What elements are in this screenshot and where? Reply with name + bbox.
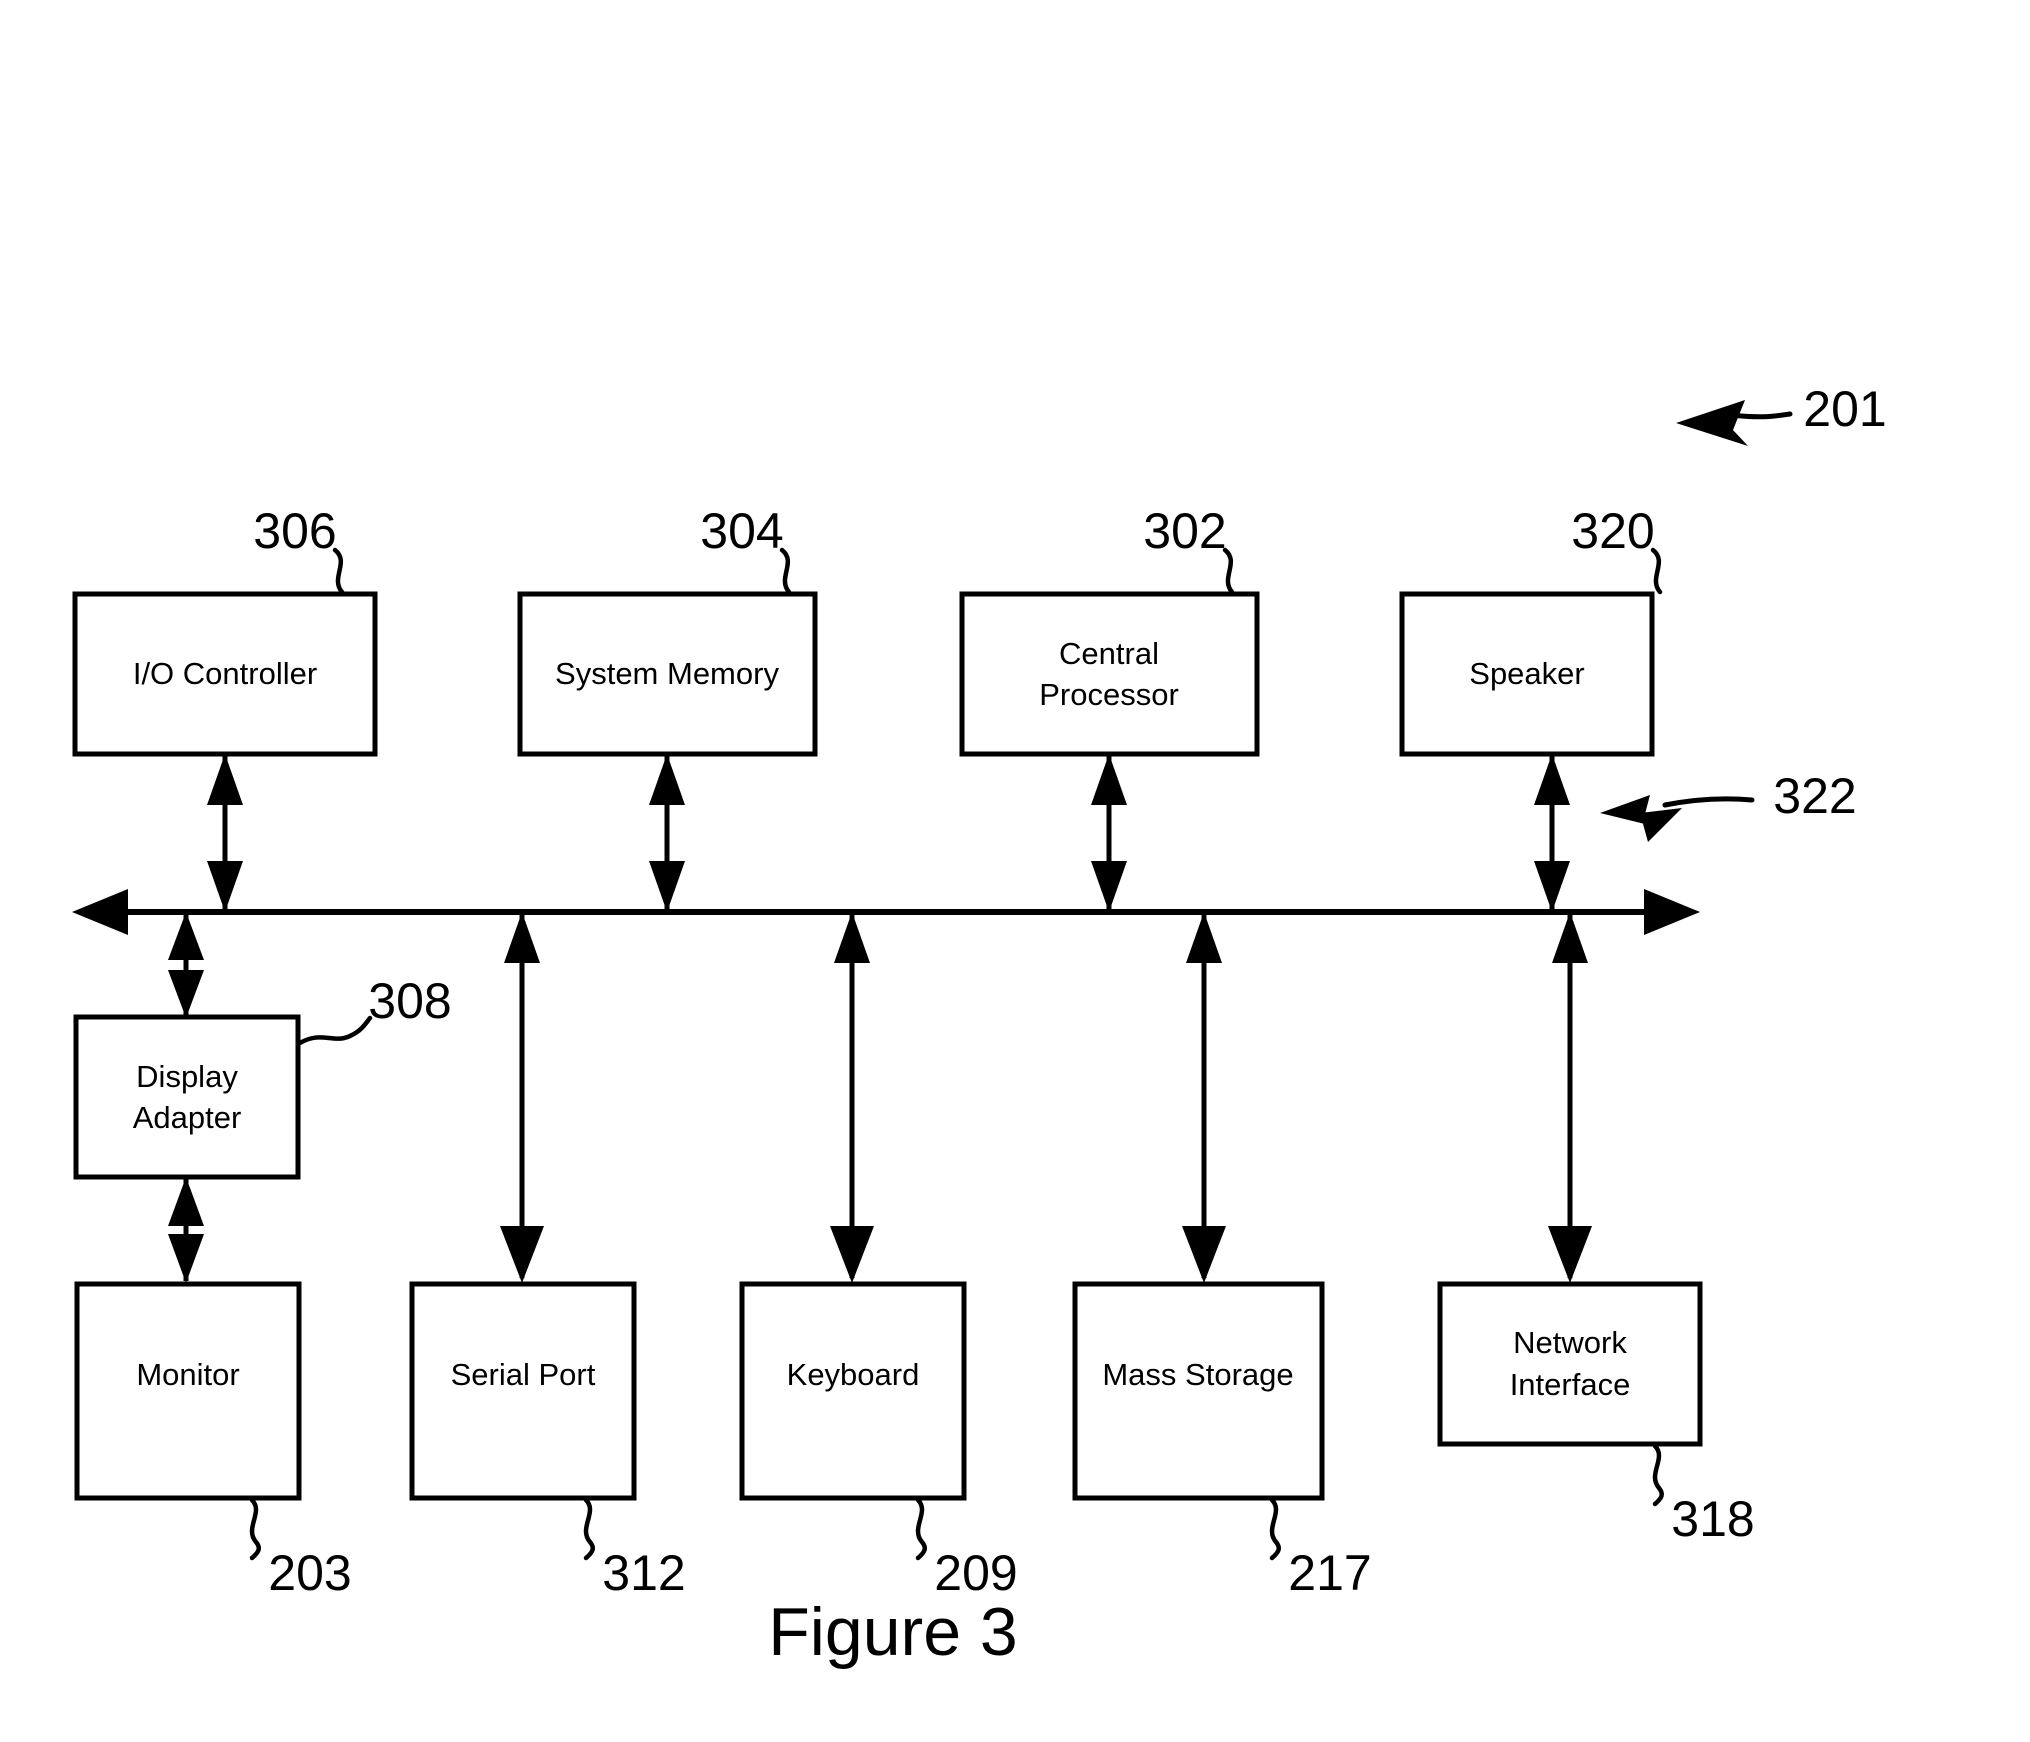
ref-number-308: 308 — [368, 973, 451, 1029]
block-serial-port[interactable]: Serial Port — [409, 1281, 637, 1501]
connector-io-controller-to-bus — [207, 754, 243, 912]
ref-number-320: 320 — [1571, 503, 1654, 559]
system-ref-pointer-201 — [1676, 400, 1793, 446]
ref-number-322: 322 — [1773, 768, 1856, 824]
leader-squiggle-308 — [297, 1015, 373, 1046]
ref-number-304: 304 — [700, 503, 783, 559]
ref-number-306: 306 — [253, 503, 336, 559]
ref-number-201: 201 — [1803, 381, 1886, 437]
block-serial-port-label: Serial Port — [451, 1357, 596, 1392]
system-bus — [72, 889, 1700, 935]
connector-bus-to-keyboard — [830, 912, 874, 1283]
connector-bus-to-serial-port — [500, 912, 544, 1283]
block-speaker-label: Speaker — [1469, 656, 1584, 691]
connector-system-memory-to-bus — [649, 754, 685, 912]
arrowhead-322-lower — [1640, 808, 1682, 842]
leader-squiggle-318 — [1652, 1443, 1665, 1507]
block-monitor[interactable]: Monitor — [74, 1281, 302, 1501]
connector-display-adapter-to-monitor — [168, 1177, 204, 1283]
block-network-interface-rect[interactable] — [1437, 1281, 1703, 1447]
block-central-processor-rect[interactable] — [959, 591, 1260, 757]
connector-speaker-to-bus — [1534, 754, 1570, 912]
block-mass-storage-label: Mass Storage — [1102, 1357, 1293, 1392]
block-display-adapter[interactable]: Display Adapter — [73, 1014, 301, 1180]
block-network-interface[interactable]: Network Interface — [1437, 1281, 1703, 1447]
connector-central-processor-to-bus — [1091, 754, 1127, 912]
block-keyboard-label: Keyboard — [787, 1357, 920, 1392]
ref-number-217: 217 — [1288, 1545, 1371, 1601]
ref-number-318: 318 — [1671, 1491, 1754, 1547]
arrowhead-201 — [1676, 400, 1748, 446]
block-network-interface-label-line2: Interface — [1510, 1367, 1631, 1402]
block-central-processor-label-line1: Central — [1059, 636, 1159, 671]
ref-number-209: 209 — [934, 1545, 1017, 1601]
leader-squiggle-203 — [249, 1497, 262, 1561]
block-diagram: 201 306 304 302 320 I/O Controller Syste… — [72, 381, 1887, 1670]
block-central-processor-label-line2: Processor — [1039, 677, 1179, 712]
block-system-memory[interactable]: System Memory — [517, 591, 818, 757]
block-speaker[interactable]: Speaker — [1399, 591, 1655, 757]
bus-ref-pointer-322 — [1600, 795, 1755, 842]
block-system-memory-label: System Memory — [555, 656, 779, 691]
block-display-adapter-label-line1: Display — [136, 1059, 238, 1094]
leader-squiggle-209 — [915, 1497, 928, 1561]
block-io-controller[interactable]: I/O Controller — [72, 591, 378, 757]
connector-bus-to-network-interface — [1548, 912, 1592, 1283]
ref-number-312: 312 — [602, 1545, 685, 1601]
block-keyboard[interactable]: Keyboard — [739, 1281, 967, 1501]
bus-right-arrowhead — [1644, 889, 1700, 935]
block-monitor-label: Monitor — [136, 1357, 239, 1392]
block-central-processor[interactable]: Central Processor — [959, 591, 1260, 757]
block-display-adapter-rect[interactable] — [73, 1014, 301, 1180]
connector-bus-to-mass-storage — [1182, 912, 1226, 1283]
ref-number-203: 203 — [268, 1545, 351, 1601]
block-io-controller-label: I/O Controller — [133, 656, 317, 691]
figure-caption: Figure 3 — [768, 1594, 1017, 1670]
block-display-adapter-label-line2: Adapter — [133, 1100, 242, 1135]
connector-bus-to-display-adapter — [168, 912, 204, 1018]
block-network-interface-label-line1: Network — [1513, 1325, 1627, 1360]
leader-squiggle-312 — [583, 1497, 596, 1561]
ref-number-302: 302 — [1143, 503, 1226, 559]
leader-squiggle-217 — [1269, 1497, 1282, 1561]
figure-canvas: 201 306 304 302 320 I/O Controller Syste… — [0, 0, 2030, 1742]
block-mass-storage[interactable]: Mass Storage — [1072, 1281, 1325, 1501]
bus-left-arrowhead — [72, 889, 128, 935]
